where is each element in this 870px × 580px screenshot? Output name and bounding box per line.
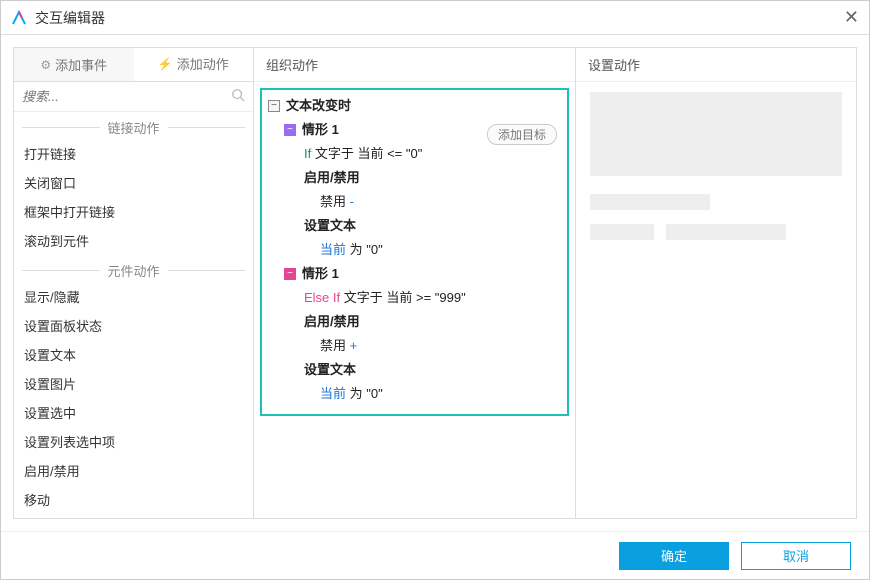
case2-action-enable-disable[interactable]: 启用/禁用 — [264, 310, 565, 334]
action-open-in-frame[interactable]: 框架中打开链接 — [14, 197, 253, 226]
case-label: 情形 1 — [302, 264, 339, 284]
left-tabs: ⚙ 添加事件 ⚡ 添加动作 — [14, 48, 253, 82]
action-set-list-selected[interactable]: 设置列表选中项 — [14, 427, 253, 456]
collapse-icon[interactable]: − — [284, 124, 296, 136]
ok-button[interactable]: 确定 — [619, 542, 729, 570]
target-minus: - — [350, 192, 354, 212]
case2-disable-target[interactable]: 禁用 + — [264, 334, 565, 358]
left-panel: ⚙ 添加事件 ⚡ 添加动作 链接动作 — [14, 48, 254, 518]
tab-label: 添加事件 — [55, 55, 107, 74]
search-icon[interactable] — [231, 88, 245, 105]
dialog-window: 交互编辑器 ✕ ⚙ 添加事件 ⚡ 添加动作 — [0, 0, 870, 580]
condition-text: 文字于 当前 <= "0" — [315, 144, 422, 164]
case2-container: − 情形 1 Else If 文字于 当前 >= "999" 启用/禁用 禁用 — [264, 262, 565, 406]
flash-icon: ⚡ — [158, 57, 173, 71]
configure-action-header: 设置动作 — [576, 48, 856, 82]
placeholder-line — [666, 224, 786, 240]
search-box — [14, 82, 253, 112]
action-set-text[interactable]: 设置文本 — [14, 340, 253, 369]
dialog-footer: 确定 取消 — [1, 531, 869, 579]
case2-set-text-target[interactable]: 当前 为 "0" — [264, 382, 565, 406]
case1-action-set-text[interactable]: 设置文本 — [264, 214, 565, 238]
case1-condition[interactable]: If 文字于 当前 <= "0" — [264, 142, 565, 166]
case2-condition[interactable]: Else If 文字于 当前 >= "999" — [264, 286, 565, 310]
elseif-keyword: Else If — [304, 288, 340, 308]
case2-action-set-text[interactable]: 设置文本 — [264, 358, 565, 382]
placeholder-line — [590, 194, 710, 210]
action-scroll-to-widget[interactable]: 滚动到元件 — [14, 226, 253, 255]
action-set-selected[interactable]: 设置选中 — [14, 398, 253, 427]
action-close-window[interactable]: 关闭窗口 — [14, 168, 253, 197]
group-header-link: 链接动作 — [14, 112, 253, 139]
action-open-link[interactable]: 打开链接 — [14, 139, 253, 168]
tab-add-event[interactable]: ⚙ 添加事件 — [14, 48, 134, 81]
action-set-image[interactable]: 设置图片 — [14, 369, 253, 398]
inner-frame: ⚙ 添加事件 ⚡ 添加动作 链接动作 — [13, 47, 857, 519]
placeholder-line — [590, 224, 654, 240]
case1-action-enable-disable[interactable]: 启用/禁用 — [264, 166, 565, 190]
close-icon[interactable]: ✕ — [844, 7, 859, 28]
action-set-panel-state[interactable]: 设置面板状态 — [14, 311, 253, 340]
event-tree: − 文本改变时 − 情形 1 添加目标 If — [260, 88, 569, 416]
collapse-icon[interactable]: − — [268, 100, 280, 112]
collapse-icon[interactable]: − — [284, 268, 296, 280]
placeholder-block — [590, 92, 842, 176]
tab-add-action[interactable]: ⚡ 添加动作 — [134, 48, 254, 81]
case1-set-text-target[interactable]: 当前 为 "0" — [264, 238, 565, 262]
target-plus: + — [350, 336, 358, 356]
condition-text: 文字于 当前 >= "999" — [344, 288, 466, 308]
action-list: 链接动作 打开链接 关闭窗口 框架中打开链接 滚动到元件 元件动作 显示/隐藏 … — [14, 112, 253, 518]
placeholder-row — [590, 194, 842, 210]
cancel-button[interactable]: 取消 — [741, 542, 851, 570]
right-content — [576, 82, 856, 518]
window-title: 交互编辑器 — [35, 8, 844, 28]
action-show-hide[interactable]: 显示/隐藏 — [14, 282, 253, 311]
right-panel: 设置动作 — [576, 48, 856, 518]
organize-actions-header: 组织动作 — [254, 48, 575, 82]
case2-node[interactable]: − 情形 1 — [264, 262, 565, 286]
event-label: 文本改变时 — [286, 96, 351, 116]
action-rotate[interactable]: 旋转 — [14, 514, 253, 518]
middle-panel: 组织动作 − 文本改变时 − 情形 1 添加目标 — [254, 48, 576, 518]
app-logo-icon — [11, 10, 27, 26]
title-bar: 交互编辑器 ✕ — [1, 1, 869, 35]
search-input[interactable] — [22, 89, 231, 104]
tree-area: − 文本改变时 − 情形 1 添加目标 If — [254, 82, 575, 518]
tab-label: 添加动作 — [177, 54, 229, 73]
group-header-widget: 元件动作 — [14, 255, 253, 282]
case1-disable-target[interactable]: 禁用 - — [264, 190, 565, 214]
case1-container: − 情形 1 添加目标 If 文字于 当前 <= "0" 启用/禁用 — [264, 118, 565, 262]
placeholder-row — [590, 224, 842, 240]
event-node[interactable]: − 文本改变时 — [264, 94, 565, 118]
if-keyword: If — [304, 144, 311, 164]
case-label: 情形 1 — [302, 120, 339, 140]
dialog-body: ⚙ 添加事件 ⚡ 添加动作 链接动作 — [1, 35, 869, 531]
action-enable-disable[interactable]: 启用/禁用 — [14, 456, 253, 485]
bolt-icon: ⚙ — [40, 58, 51, 72]
action-move[interactable]: 移动 — [14, 485, 253, 514]
add-target-button[interactable]: 添加目标 — [487, 124, 557, 145]
